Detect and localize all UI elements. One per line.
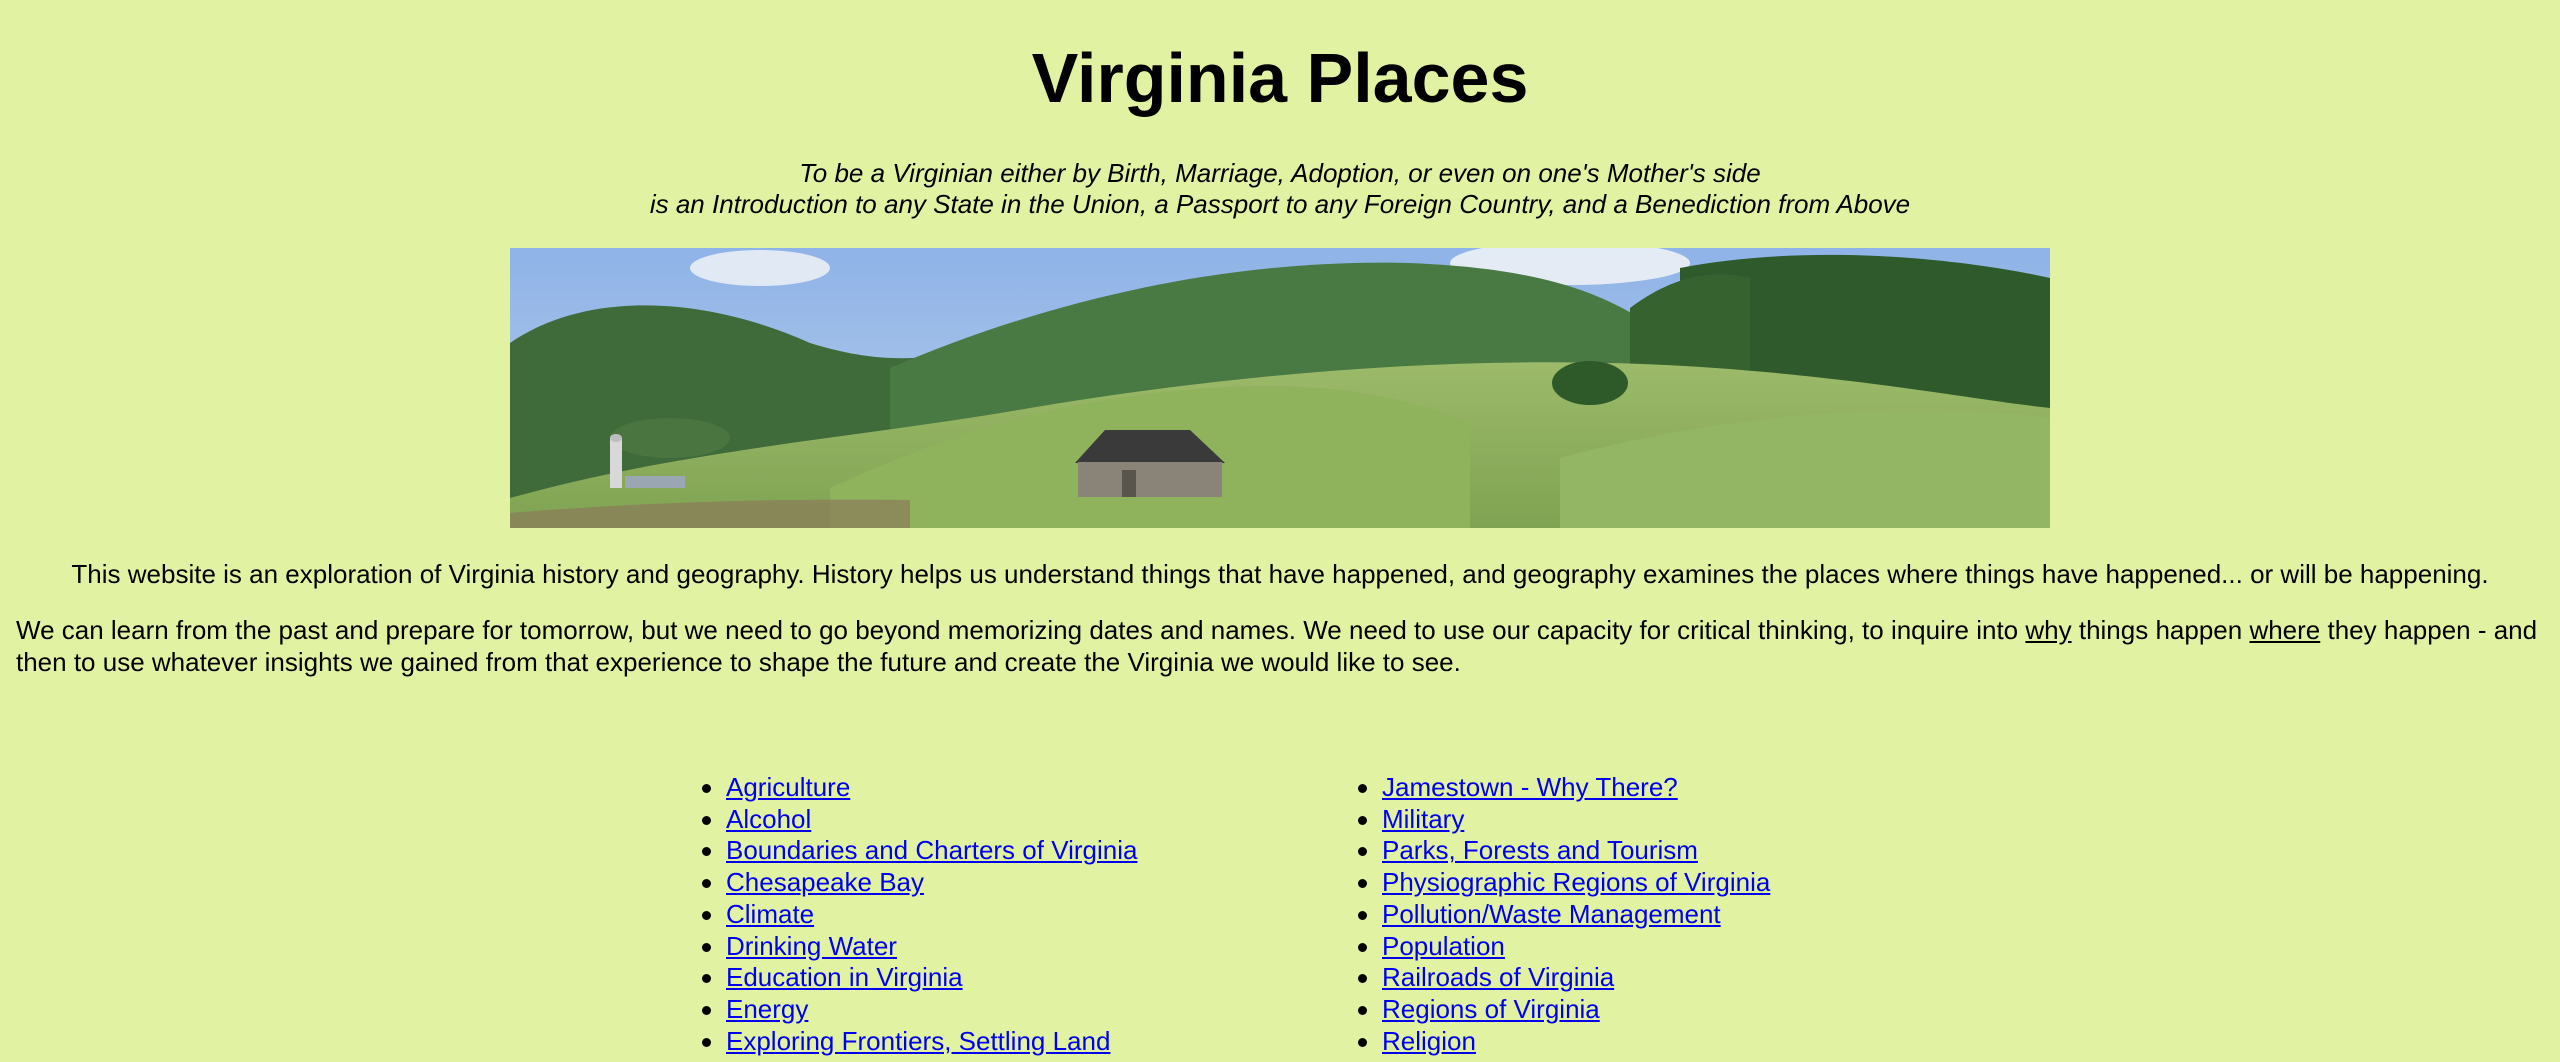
topic-list-right: Jamestown - Why There? Military Parks, F… bbox=[1357, 772, 1770, 1058]
list-item: Agriculture bbox=[701, 772, 1137, 804]
topic-link-energy[interactable]: Energy bbox=[726, 994, 808, 1024]
motto-line-2: is an Introduction to any State in the U… bbox=[649, 189, 1911, 219]
topic-link-parks-forests-tourism[interactable]: Parks, Forests and Tourism bbox=[1382, 835, 1698, 865]
page-title: Virginia Places bbox=[1031, 39, 1529, 117]
topic-link-alcohol[interactable]: Alcohol bbox=[726, 804, 811, 834]
page: Virginia Places To be a Virginian either… bbox=[0, 0, 2560, 1062]
banner-photo bbox=[510, 248, 2050, 528]
topic-link-exploring-frontiers[interactable]: Exploring Frontiers, Settling Land bbox=[726, 1026, 1110, 1056]
intro-paragraph: This website is an exploration of Virgin… bbox=[71, 559, 2489, 589]
topic-link-chesapeake-bay[interactable]: Chesapeake Bay bbox=[726, 867, 924, 897]
list-item: Population bbox=[1357, 931, 1770, 963]
list-item: Alcohol bbox=[701, 804, 1137, 836]
purpose-text-1: We can learn from the past and prepare f… bbox=[16, 615, 2026, 645]
motto: To be a Virginian either by Birth, Marri… bbox=[0, 158, 2560, 220]
topic-link-jamestown[interactable]: Jamestown - Why There? bbox=[1382, 772, 1678, 802]
list-item: Exploring Frontiers, Settling Land bbox=[701, 1026, 1137, 1058]
list-item: Education in Virginia bbox=[701, 962, 1137, 994]
list-item: Pollution/Waste Management bbox=[1357, 899, 1770, 931]
motto-line-1: To be a Virginian either by Birth, Marri… bbox=[799, 158, 1761, 188]
list-item: Parks, Forests and Tourism bbox=[1357, 835, 1770, 867]
list-item: Religion bbox=[1357, 1026, 1770, 1058]
topic-link-population[interactable]: Population bbox=[1382, 931, 1505, 961]
topic-list-left: Agriculture Alcohol Boundaries and Chart… bbox=[701, 772, 1137, 1058]
topic-link-climate[interactable]: Climate bbox=[726, 899, 814, 929]
topic-link-military[interactable]: Military bbox=[1382, 804, 1464, 834]
topic-link-education[interactable]: Education in Virginia bbox=[726, 962, 963, 992]
list-item: Drinking Water bbox=[701, 931, 1137, 963]
topic-link-physiographic-regions[interactable]: Physiographic Regions of Virginia bbox=[1382, 867, 1770, 897]
topic-link-drinking-water[interactable]: Drinking Water bbox=[726, 931, 897, 961]
emphasis-why: why bbox=[2025, 615, 2072, 645]
topic-link-railroads[interactable]: Railroads of Virginia bbox=[1382, 962, 1614, 992]
list-item: Regions of Virginia bbox=[1357, 994, 1770, 1026]
topic-link-religion[interactable]: Religion bbox=[1382, 1026, 1476, 1056]
list-item: Boundaries and Charters of Virginia bbox=[701, 835, 1137, 867]
list-item: Military bbox=[1357, 804, 1770, 836]
list-item: Physiographic Regions of Virginia bbox=[1357, 867, 1770, 899]
purpose-paragraph: We can learn from the past and prepare f… bbox=[16, 614, 2546, 678]
list-item: Railroads of Virginia bbox=[1357, 962, 1770, 994]
list-item: Climate bbox=[701, 899, 1137, 931]
topic-link-boundaries[interactable]: Boundaries and Charters of Virginia bbox=[726, 835, 1137, 865]
list-item: Jamestown - Why There? bbox=[1357, 772, 1770, 804]
topic-link-agriculture[interactable]: Agriculture bbox=[726, 772, 850, 802]
list-item: Energy bbox=[701, 994, 1137, 1026]
landscape-image bbox=[510, 248, 2050, 528]
topic-link-regions[interactable]: Regions of Virginia bbox=[1382, 994, 1600, 1024]
emphasis-where: where bbox=[2249, 615, 2321, 645]
list-item: Chesapeake Bay bbox=[701, 867, 1137, 899]
topic-link-pollution[interactable]: Pollution/Waste Management bbox=[1382, 899, 1721, 929]
purpose-text-2: things happen bbox=[2071, 615, 2250, 645]
